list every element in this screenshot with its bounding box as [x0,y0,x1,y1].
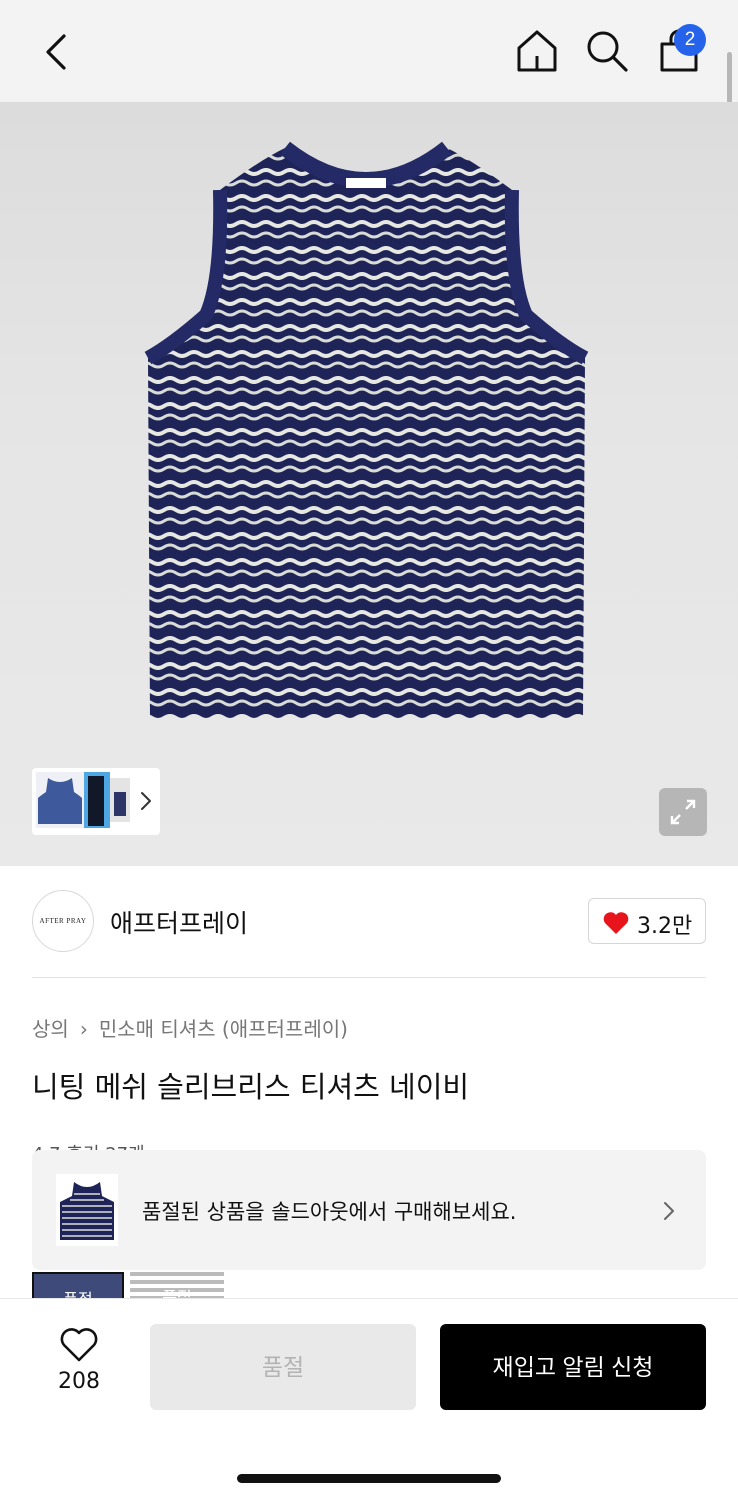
expand-icon [670,799,696,825]
heart-outline-icon [60,1328,98,1362]
thumbnail-strip[interactable] [32,768,160,835]
color-option[interactable]: 품절 [130,1272,224,1298]
divider [32,977,706,978]
chevron-right-icon [664,1202,674,1220]
top-navigation-bar: 2 [0,0,738,136]
search-icon[interactable] [584,28,630,74]
bottom-action-bar: 208 품절 재입고 알림 신청 [0,1298,738,1500]
product-title: 니팅 메쉬 슬리브리스 티셔츠 네이비 [32,1070,470,1104]
product-image-gallery[interactable] [0,102,738,866]
banner-product-thumbnail [56,1174,118,1246]
option-soldout-label: 품절 [162,1288,192,1298]
soldout-banner-text: 품절된 상품을 솔드아웃에서 구매해보세요. [142,1200,517,1224]
brand-like-button[interactable]: 3.2만 [588,898,706,944]
soldout-marketplace-banner[interactable]: 품절된 상품을 솔드아웃에서 구매해보세요. [32,1150,706,1270]
chevron-right-icon: › [79,1017,88,1041]
chevron-left-icon[interactable] [38,30,78,74]
heart-filled-icon [603,912,629,934]
thumbnail-image[interactable] [110,778,130,822]
brand-row: AFTER PRAY 애프터프레이 3.2만 [0,866,738,978]
brand-logo[interactable]: AFTER PRAY [32,890,94,952]
brand-logo-text: AFTER PRAY [39,917,87,925]
soldout-button: 품절 [150,1324,416,1410]
product-image [144,141,589,718]
wishlist-count: 208 [58,1369,100,1394]
expand-button[interactable] [659,788,707,836]
brand-name[interactable]: 애프터프레이 [110,904,248,940]
breadcrumb-item[interactable]: 상의 [32,1017,69,1041]
breadcrumb-item[interactable]: 민소매 티셔츠 (애프터프레이) [99,1017,348,1041]
restock-alert-button[interactable]: 재입고 알림 신청 [440,1324,706,1410]
wishlist-button[interactable]: 208 [40,1327,118,1397]
thumbnail-image[interactable] [36,772,84,828]
chevron-right-icon[interactable] [138,790,154,812]
thumbnail-image[interactable] [84,772,110,828]
option-soldout-label: 품절 [34,1286,122,1298]
color-option[interactable]: 품절 [32,1272,124,1298]
breadcrumb: 상의 › 민소매 티셔츠 (애프터프레이) [32,1013,348,1042]
home-indicator [237,1474,501,1483]
home-icon[interactable] [514,28,560,74]
brand-like-count: 3.2만 [637,914,693,939]
cart-count-badge: 2 [674,24,706,56]
